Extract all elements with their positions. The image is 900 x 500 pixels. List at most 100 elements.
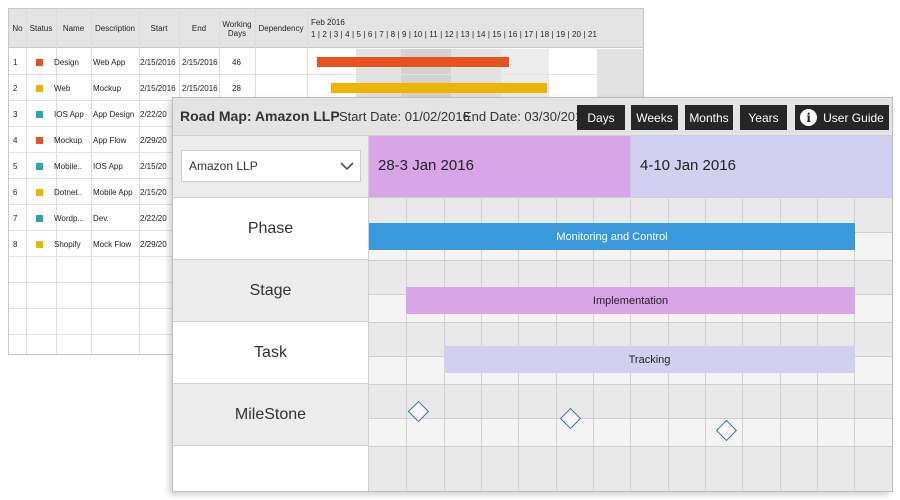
task-name: Web [54,83,71,93]
phase-bar-label: Monitoring and Control [556,230,668,243]
task-name: Design [54,57,79,67]
col-header-description[interactable]: Description [91,9,139,48]
task-start: 2/15/2016 [140,57,176,67]
task-name: Mockup [54,135,83,145]
task-days: 46 [232,57,241,67]
task-end: 2/15/2016 [182,57,218,67]
view-years-button[interactable]: Years [740,105,787,130]
status-square [36,136,43,144]
view-weeks-button[interactable]: Weeks [631,105,678,130]
task-start: 2/15/20 [140,187,167,197]
task-description: IOS App [93,161,123,171]
company-selector-area: Amazon LLP [173,136,368,198]
grid-line [892,198,893,492]
status-badge [36,231,43,257]
status-badge [36,205,43,231]
row-label-stage: Stage [173,260,368,322]
row-number: 8 [13,239,18,249]
status-badge [36,49,43,75]
task-description: App Flow [93,135,127,145]
week-header-2[interactable]: 4-10 Jan 2016 [630,136,892,198]
gantt-month-label: Feb 2016 [311,18,345,27]
status-badge [36,75,43,101]
task-description: Mobile App [93,187,133,197]
status-badge [36,179,43,205]
row-number: 1 [13,57,18,67]
row-number: 3 [13,109,18,119]
grid-line [369,260,892,261]
col-header-no[interactable]: No [9,9,26,48]
stage-bar[interactable]: Implementation [406,287,855,314]
gantt-day-labels: 1 | 2 | 3 | 4 | 5 | 6 | 7 | 8 | 9 | 10 |… [311,30,597,39]
task-description: Web App [93,57,126,67]
status-badge [36,153,43,179]
view-months-button[interactable]: Months [685,105,733,130]
task-name: Shopify [54,239,81,249]
task-description: App Design [93,109,135,119]
row-label-phase: Phase [173,198,368,260]
col-header-start[interactable]: Start [139,9,179,48]
row-labels-panel: Amazon LLP Phase Stage Task MileStone [173,136,368,491]
task-grid-header: No Status Name Description Start End Wor… [9,9,643,48]
task-start: 2/15/20 [140,161,167,171]
task-start: 2/15/2016 [140,83,176,93]
task-bar-label: Tracking [628,353,671,366]
task-name: Mobile.. [54,161,83,171]
status-square [36,162,43,170]
col-header-dependency[interactable]: Dependency [255,9,307,48]
row-label-milestone: MileStone [173,384,368,446]
row-number: 7 [13,213,18,223]
user-guide-label: User Guide [823,110,884,125]
col-header-name[interactable]: Name [56,9,91,48]
row-number: 5 [13,161,18,171]
task-description: Dev. [93,213,109,223]
status-square [36,240,43,248]
status-badge [36,101,43,127]
roadmap-chart: 28-3 Jan 2016 4-10 Jan 2016 Monitoring a… [368,136,893,492]
task-bar[interactable]: Tracking [444,346,855,373]
status-badge [36,127,43,153]
week-label: 4-10 Jan 2016 [640,157,736,174]
col-header-status[interactable]: Status [26,9,56,48]
company-dropdown-value: Amazon LLP [189,159,258,173]
start-date-label: Start Date: 01/02/2016 [339,109,470,124]
row-label-task: Task [173,322,368,384]
grid-line [369,384,892,385]
row-subband [369,418,892,446]
task-name: Wordp... [54,213,85,223]
company-dropdown[interactable]: Amazon LLP [181,150,361,182]
row-number: 4 [13,135,18,145]
col-header-end[interactable]: End [179,9,219,48]
task-start: 2/22/20 [140,213,167,223]
row-label-empty [173,446,368,491]
week-label: 28-3 Jan 2016 [378,157,474,174]
info-icon: i [800,109,818,126]
user-guide-button[interactable]: i User Guide [795,105,889,130]
status-square [36,188,43,196]
grid-line [369,446,892,447]
col-header-working-days[interactable]: Working Days [219,9,255,48]
roadmap-toolbar: Road Map: Amazon LLP Start Date: 01/02/2… [173,98,892,136]
roadmap-title: Road Map: Amazon LLP [180,108,340,124]
status-square [36,110,43,118]
table-row[interactable]: 1 Design Web App 2/15/2016 2/15/2016 46 [9,49,643,75]
stage-bar-label: Implementation [592,294,669,307]
end-date-label: End Date: 03/30/2016 [463,109,590,124]
chart-grid: Monitoring and Control Implementation Tr… [369,198,893,492]
status-square [36,58,43,66]
status-square [36,214,43,222]
row-number: 2 [13,83,18,93]
task-start: 2/29/20 [140,239,167,249]
week-header-1[interactable]: 28-3 Jan 2016 [369,136,630,198]
task-description: Mockup [93,83,122,93]
grid-line [369,322,892,323]
task-start: 2/29/20 [140,135,167,145]
phase-bar[interactable]: Monitoring and Control [369,223,855,250]
task-description: Mock Flow [93,239,132,249]
status-square [36,84,43,92]
task-name: Dotnet.. [54,187,83,197]
grid-line [369,418,892,419]
row-number: 6 [13,187,18,197]
chevron-down-icon [340,161,354,170]
view-days-button[interactable]: Days [577,105,625,130]
